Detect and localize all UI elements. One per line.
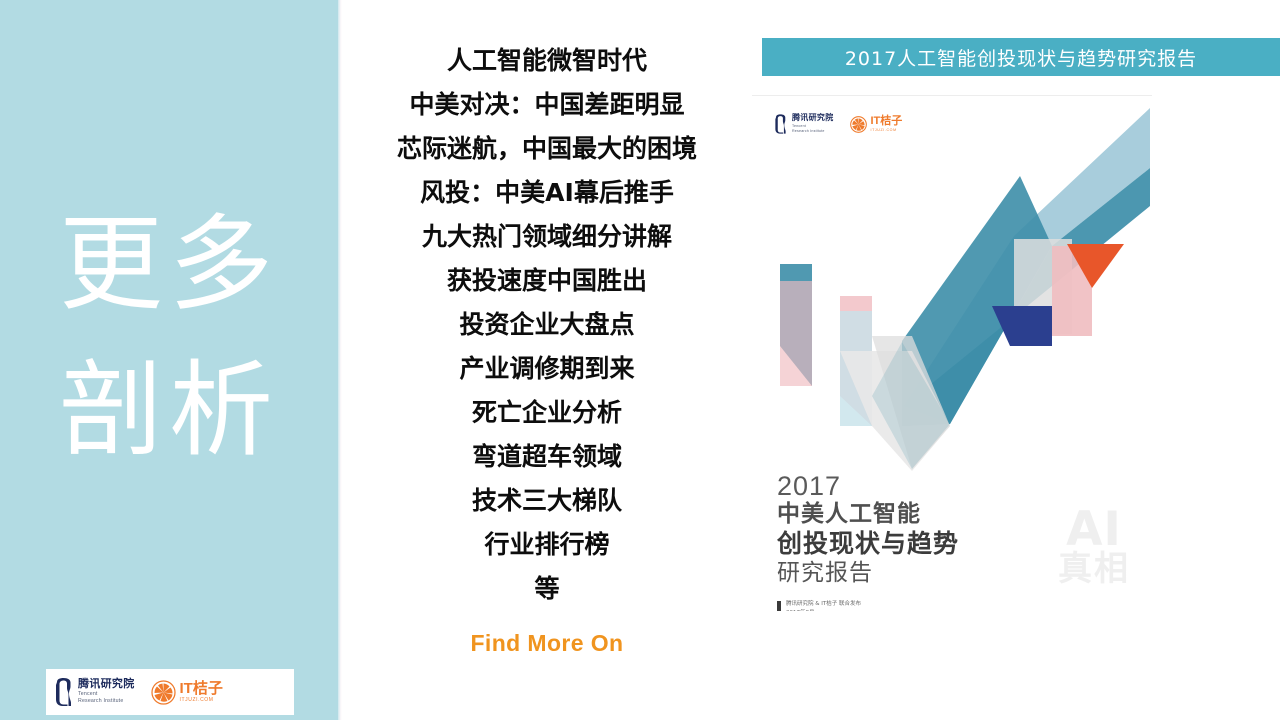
topic-list-column: 人工智能微智时代 中美对决：中国差距明显 芯际迷航，中国最大的困境 风投：中美A… — [342, 0, 752, 720]
list-item: 技术三大梯队 — [471, 486, 622, 515]
cover-meta-bar — [777, 600, 781, 611]
cover-title-year: 2017 — [777, 471, 842, 501]
headline-line-1: 更多 — [58, 203, 279, 325]
list-item: 风投：中美AI幕后推手 — [420, 178, 674, 207]
cover-meta-line2: 2017年8月 — [786, 609, 861, 611]
itjuzi-logo-url: ITJUZI.COM — [179, 697, 214, 703]
cover-title-line2: 中美人工智能 — [777, 501, 921, 528]
cover-title-line3: 创投现状与趋势 — [777, 528, 960, 558]
cover-title-block: 2017 中美人工智能 创投现状与趋势 研究报告 腾讯研究院 & IT桔子 联合… — [777, 471, 959, 611]
tencent-logo-en-1: Tencent — [78, 691, 98, 698]
slide-root: 更多 剖析 腾讯研究院 Tencent Research Institute I… — [0, 0, 1280, 720]
cover-meta: 腾讯研究院 & IT桔子 联合发布 2017年8月 — [777, 600, 959, 611]
find-more-on-cta[interactable]: Find More On — [342, 630, 752, 657]
list-item: 九大热门领域细分讲解 — [421, 222, 672, 251]
itjuzi-logo-cn: IT桔子 — [179, 680, 223, 697]
penguin-icon — [56, 678, 71, 706]
list-item: 死亡企业分析 — [471, 398, 622, 427]
watermark-cn-text: 真相 — [1058, 548, 1130, 589]
footer-logo-bar: 腾讯研究院 Tencent Research Institute IT桔子 IT… — [46, 669, 294, 715]
tencent-logo-en-2: Research Institute — [78, 698, 124, 705]
cover-meta-line1: 腾讯研究院 & IT桔子 联合发布 — [786, 600, 862, 607]
tencent-logo-cn: 腾讯研究院 — [78, 677, 135, 690]
tencent-research-logo: 腾讯研究院 Tencent Research Institute — [54, 678, 135, 706]
list-item: 芯际迷航，中国最大的困境 — [396, 134, 697, 163]
cover-title-line4: 研究报告 — [777, 559, 873, 586]
report-title-bar: 2017人工智能创投现状与趋势研究报告 — [762, 38, 1280, 76]
list-item: 行业排行榜 — [484, 530, 610, 559]
watermark-ai-text: AI — [1066, 502, 1122, 557]
itjuzi-logo: IT桔子 ITJUZI.COM — [150, 679, 223, 705]
list-item: 弯道超车领域 — [471, 442, 622, 471]
report-title-text: 2017人工智能创投现状与趋势研究报告 — [844, 47, 1198, 70]
right-panel: 2017人工智能创投现状与趋势研究报告 腾讯研究院 Tencent Resear… — [752, 0, 1280, 720]
report-cover-image[interactable]: 腾讯研究院 Tencent Research Institute IT桔子 IT… — [752, 95, 1152, 611]
list-item: 投资企业大盘点 — [459, 310, 635, 339]
list-item: 中美对决：中国差距明显 — [409, 90, 685, 119]
ai-truth-watermark: AI 真相 — [1058, 502, 1130, 589]
orange-slice-icon — [150, 679, 176, 705]
list-item: 人工智能微智时代 — [446, 46, 647, 75]
list-item: 产业调修期到来 — [459, 354, 635, 383]
list-item: 获投速度中国胜出 — [446, 266, 647, 295]
headline-line-2: 剖析 — [58, 349, 279, 471]
list-item: 等 — [534, 574, 560, 603]
chevron-checkmark-graphic — [780, 108, 1150, 471]
